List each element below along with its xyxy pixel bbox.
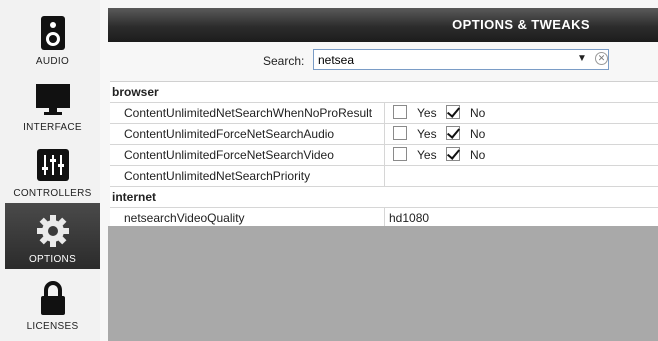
sidebar-item-options[interactable]: OPTIONS xyxy=(5,203,100,269)
yes-label: Yes xyxy=(417,148,437,162)
sidebar-item-label: INTERFACE xyxy=(23,122,82,133)
sidebar-item-interface[interactable]: INTERFACE xyxy=(5,71,100,137)
yes-label: Yes xyxy=(417,106,437,120)
no-checkbox[interactable] xyxy=(446,105,460,119)
section-title: browser xyxy=(112,85,159,99)
no-label: No xyxy=(470,127,486,141)
panel-gutter xyxy=(100,0,108,341)
gear-icon xyxy=(5,211,100,251)
sidebar-item-label: OPTIONS xyxy=(28,254,77,265)
sidebar-item-licenses[interactable]: LICENSES xyxy=(5,270,100,336)
no-label: No xyxy=(470,148,486,162)
option-name: ContentUnlimitedForceNetSearchVideo xyxy=(124,148,334,162)
option-value-cell[interactable]: hd1080 xyxy=(384,208,658,228)
options-panel: OPTIONS & TWEAKS Search: ▼ ✕ browser Con… xyxy=(108,0,658,341)
option-row[interactable]: ContentUnlimitedNetSearchWhenNoProResult… xyxy=(110,103,658,124)
option-value-cell: Yes No xyxy=(384,124,658,144)
yes-label: Yes xyxy=(417,127,437,141)
sidebar-item-controllers[interactable]: CONTROLLERS xyxy=(5,137,100,203)
sidebar-item-label: LICENSES xyxy=(26,321,79,332)
page-title: OPTIONS & TWEAKS xyxy=(452,17,590,32)
option-value-cell[interactable] xyxy=(384,166,658,186)
option-value-cell: Yes No xyxy=(384,103,658,123)
lock-icon xyxy=(5,278,100,318)
option-value-cell: Yes No xyxy=(384,145,658,165)
no-checkbox[interactable] xyxy=(446,147,460,161)
option-value: hd1080 xyxy=(389,211,430,225)
clear-search-icon[interactable]: ✕ xyxy=(595,52,608,65)
sidebar-item-label: AUDIO xyxy=(35,56,70,67)
option-name: ContentUnlimitedForceNetSearchAudio xyxy=(124,127,335,141)
chevron-down-icon[interactable]: ▼ xyxy=(577,53,587,64)
section-header: browser xyxy=(110,82,658,103)
sidebar-item-label: CONTROLLERS xyxy=(13,188,92,199)
options-table: browser ContentUnlimitedNetSearchWhenNoP… xyxy=(110,81,658,229)
option-name: ContentUnlimitedNetSearchPriority xyxy=(124,169,311,183)
search-box[interactable]: ▼ ✕ xyxy=(313,49,609,70)
yes-checkbox[interactable] xyxy=(393,126,407,140)
yes-checkbox[interactable] xyxy=(393,147,407,161)
sidebar-item-audio[interactable]: AUDIO xyxy=(5,5,100,71)
option-row[interactable]: ContentUnlimitedNetSearchPriority xyxy=(110,166,658,187)
no-checkbox[interactable] xyxy=(446,126,460,140)
sidebar: AUDIO INTERFACE CONTROLLERS OPTIONS LICE… xyxy=(0,0,101,341)
search-input[interactable] xyxy=(318,52,568,68)
option-row[interactable]: ContentUnlimitedForceNetSearchVideo Yes … xyxy=(110,145,658,166)
panel-header: OPTIONS & TWEAKS xyxy=(108,8,658,42)
section-title: internet xyxy=(112,190,157,204)
no-label: No xyxy=(470,106,486,120)
speaker-icon xyxy=(5,13,100,53)
option-name: netsearchVideoQuality xyxy=(124,211,245,225)
search-row: Search: ▼ ✕ xyxy=(108,48,658,76)
option-name: ContentUnlimitedNetSearchWhenNoProResult xyxy=(124,106,373,120)
sliders-icon xyxy=(5,145,100,185)
option-row[interactable]: ContentUnlimitedForceNetSearchAudio Yes … xyxy=(110,124,658,145)
empty-area xyxy=(108,226,658,341)
monitor-icon xyxy=(5,79,100,119)
search-label: Search: xyxy=(263,54,305,68)
yes-checkbox[interactable] xyxy=(393,105,407,119)
section-header: internet xyxy=(110,187,658,208)
